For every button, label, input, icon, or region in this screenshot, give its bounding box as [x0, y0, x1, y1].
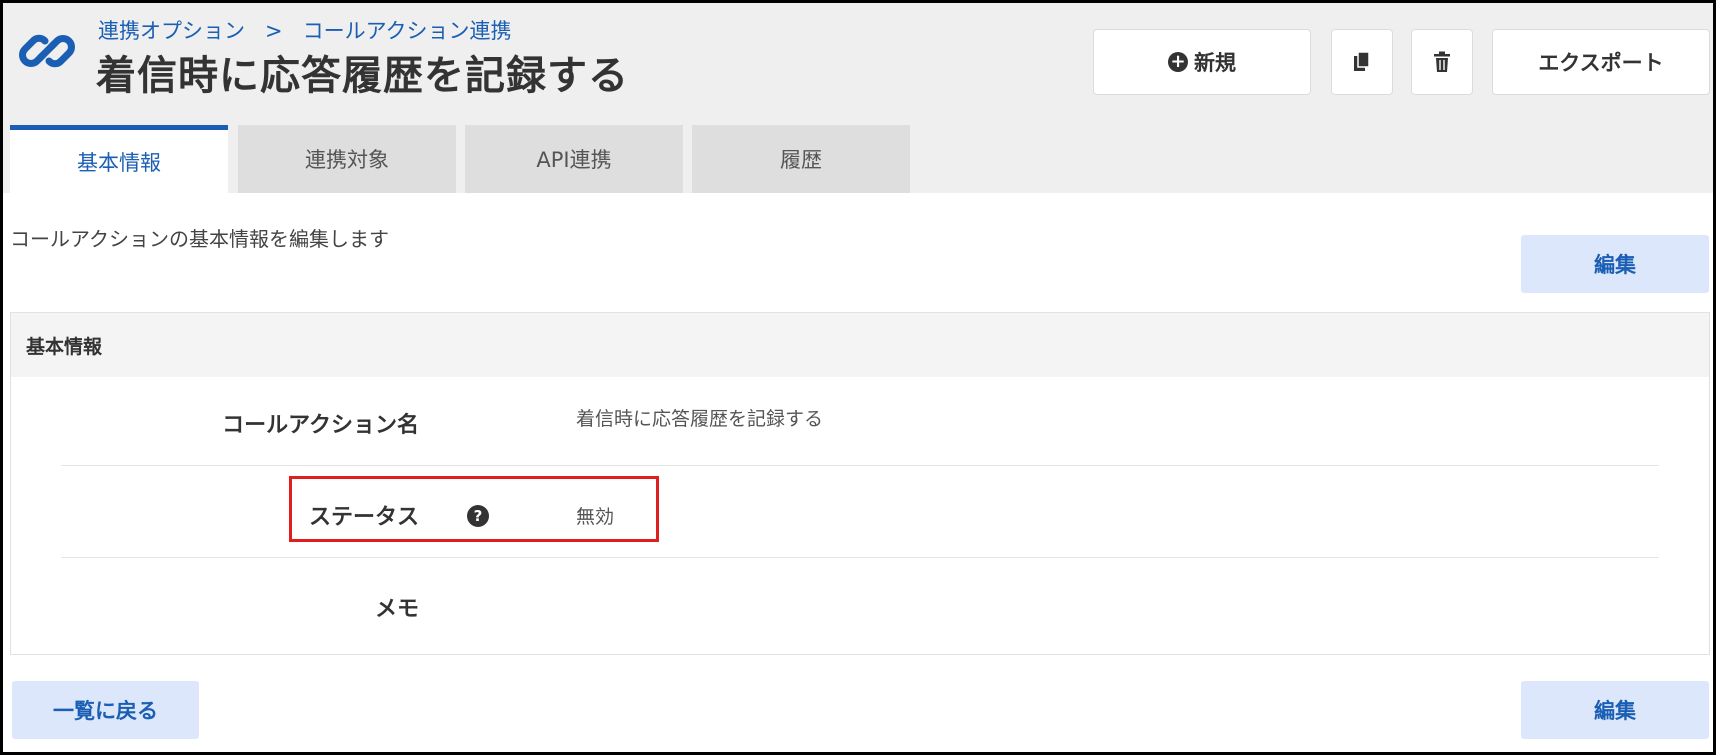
tab-api[interactable]: API連携	[465, 125, 683, 193]
page-title: 着信時に応答履歴を記録する	[96, 53, 629, 99]
section-description: コールアクションの基本情報を編集します	[10, 227, 389, 251]
copy-icon	[1354, 51, 1370, 71]
row-call-action-name: コールアクション名 着信時に応答履歴を記録する	[11, 377, 1709, 469]
tab-targets[interactable]: 連携対象	[238, 125, 456, 193]
field-label: コールアクション名	[222, 413, 419, 438]
breadcrumb: 連携オプション > コールアクション連携	[98, 15, 512, 45]
basic-info-panel: 基本情報 コールアクション名 着信時に応答履歴を記録する ステータス ? 無効 …	[10, 312, 1710, 655]
app-window: 連携オプション > コールアクション連携 着信時に応答履歴を記録する + 新規 エク…	[0, 0, 1716, 755]
row-memo: メモ	[11, 561, 1709, 653]
field-value: 着信時に応答履歴を記録する	[576, 407, 824, 430]
link-icon	[19, 34, 75, 68]
breadcrumb-link-call-action[interactable]: コールアクション連携	[303, 19, 512, 43]
field-label: メモ	[374, 597, 419, 622]
row-divider	[61, 465, 1659, 466]
breadcrumb-link-options[interactable]: 連携オプション	[98, 19, 245, 43]
plus-circle-icon: +	[1168, 52, 1188, 72]
export-button[interactable]: エクスポート	[1492, 29, 1710, 95]
edit-button-top[interactable]: 編集	[1521, 235, 1709, 293]
back-to-list-button[interactable]: 一覧に戻る	[12, 681, 199, 739]
status-highlight-box	[289, 476, 659, 542]
row-status: ステータス ? 無効	[11, 469, 1709, 561]
delete-button[interactable]	[1411, 29, 1473, 95]
tab-history[interactable]: 履歴	[692, 125, 910, 193]
trash-icon	[1434, 51, 1450, 72]
breadcrumb-separator: >	[265, 19, 283, 43]
tab-basic-info[interactable]: 基本情報	[10, 125, 228, 193]
copy-button[interactable]	[1331, 29, 1393, 95]
edit-button-bottom[interactable]: 編集	[1521, 681, 1709, 739]
new-button-label: 新規	[1194, 51, 1236, 75]
new-button[interactable]: + 新規	[1093, 29, 1311, 95]
panel-heading: 基本情報	[11, 313, 1709, 377]
row-divider	[61, 557, 1659, 558]
